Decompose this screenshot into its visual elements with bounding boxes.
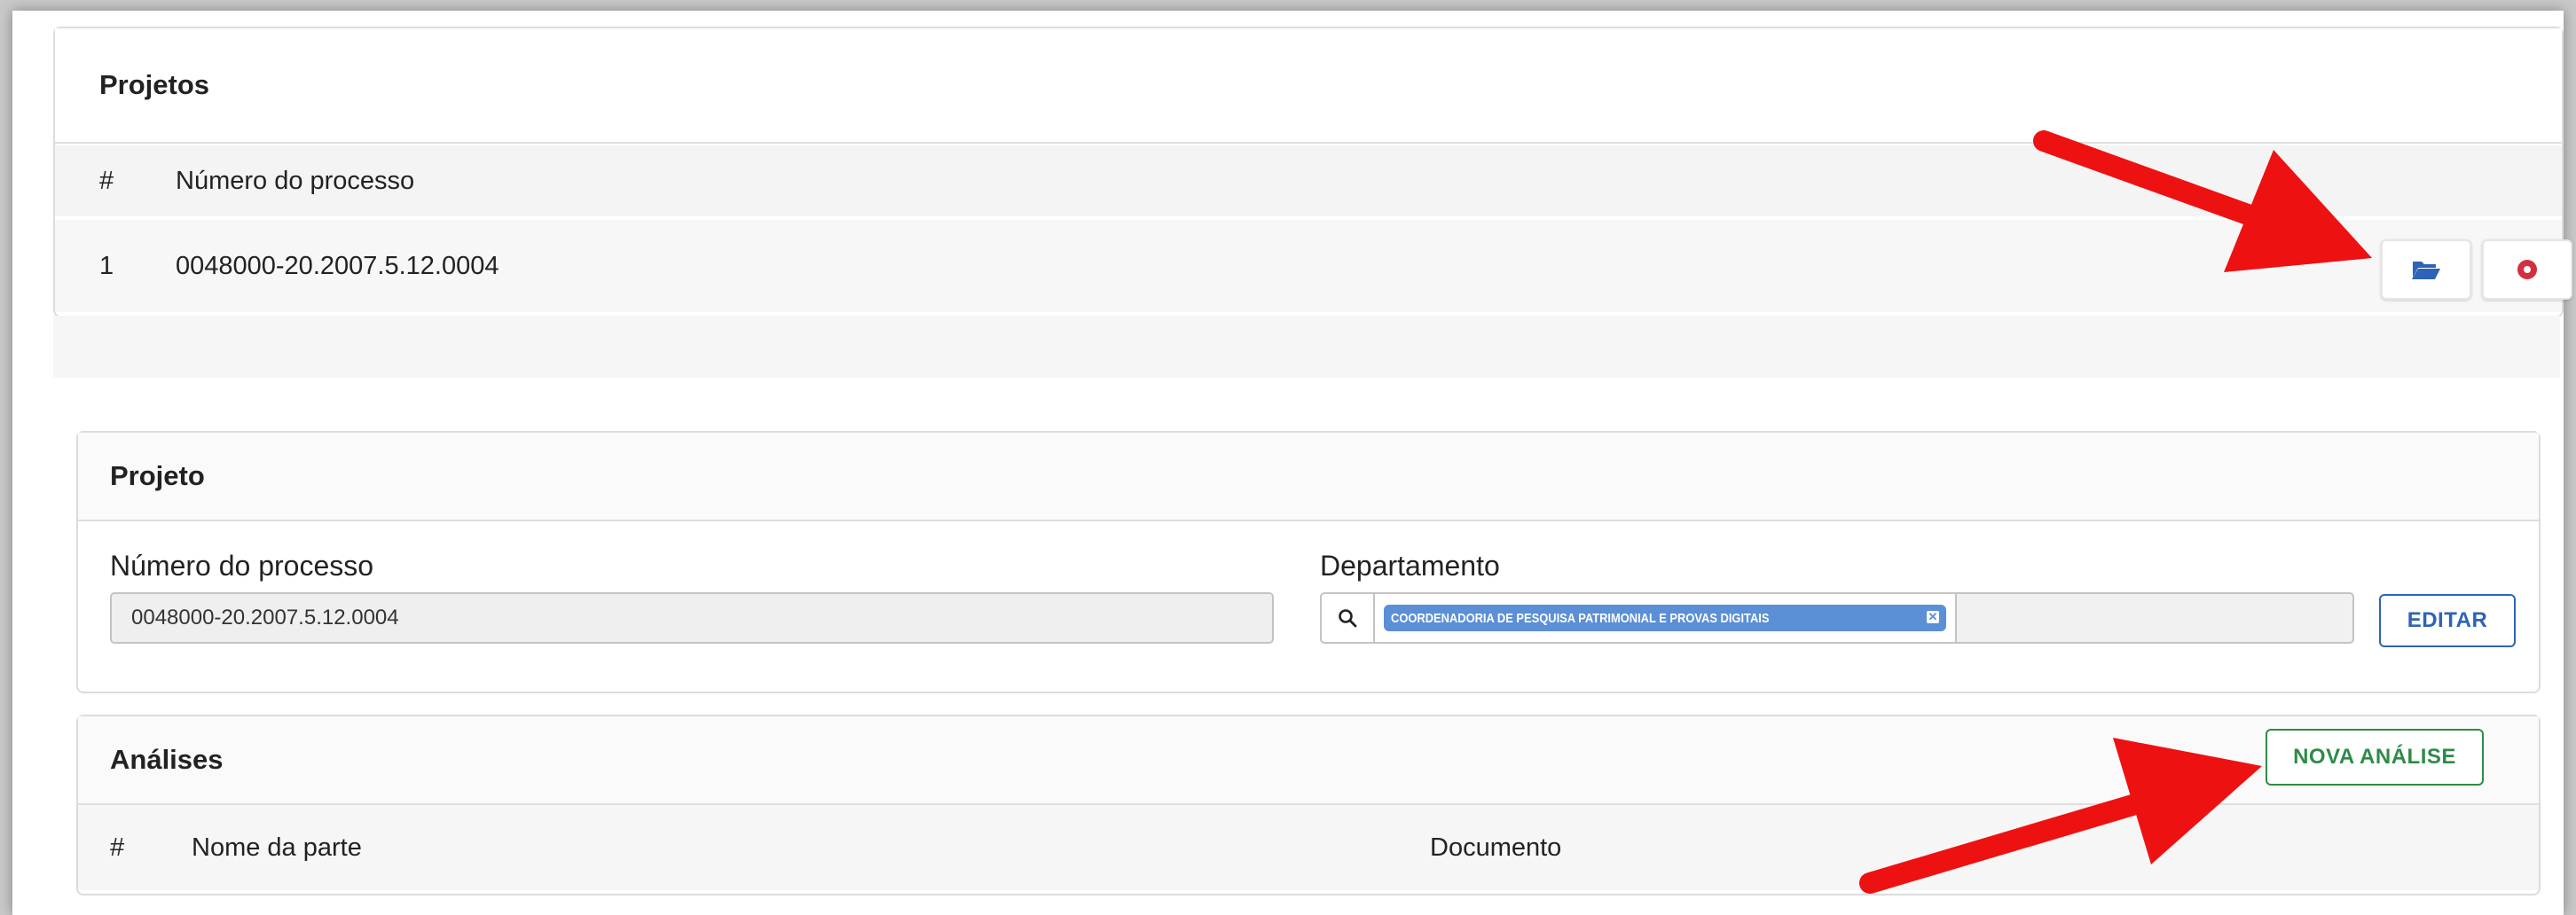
page-canvas: Projetos # Número do processo 1 0048000-…	[12, 11, 2572, 915]
arrow-to-new-analysis-button	[1859, 738, 2262, 894]
arrow-to-open-button	[2033, 130, 2372, 272]
annotation-arrows	[1859, 130, 2372, 894]
